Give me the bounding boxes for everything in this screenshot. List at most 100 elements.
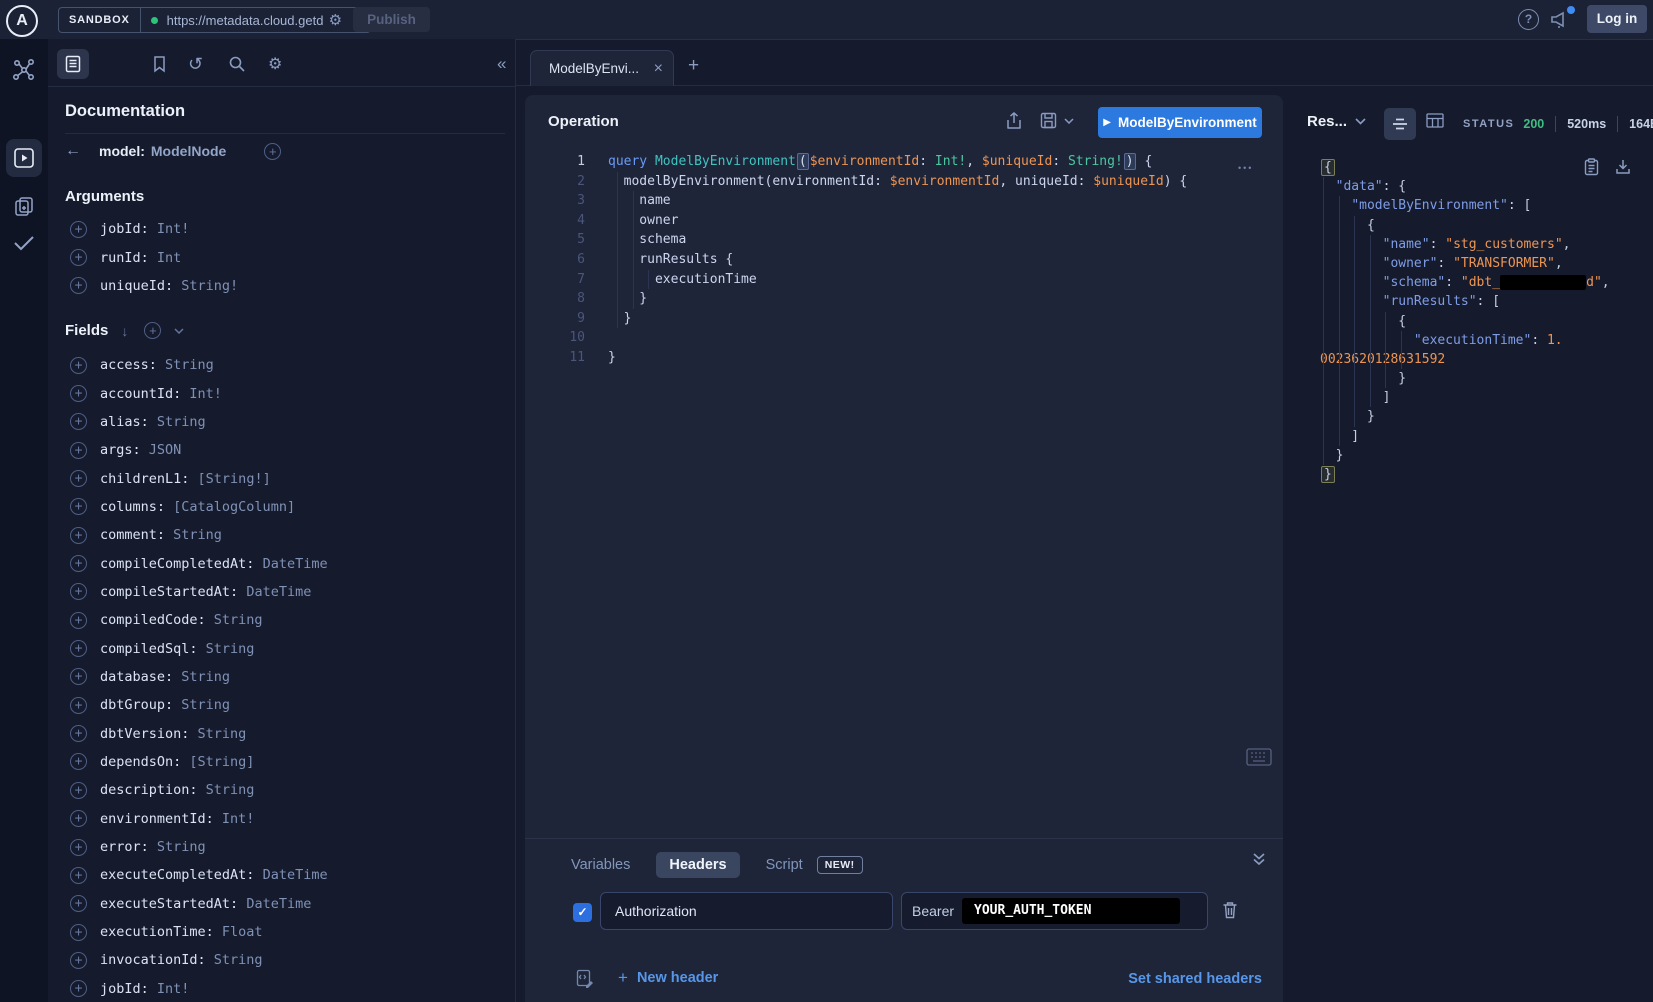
add-field-icon[interactable]: +	[70, 612, 87, 629]
sort-fields-icon[interactable]: ↓	[121, 323, 128, 339]
field-row[interactable]: + dbtVersion: String	[48, 719, 515, 747]
documentation-tab-icon-selected[interactable]	[57, 49, 89, 79]
back-arrow-icon[interactable]: ←	[65, 142, 85, 160]
field-row[interactable]: + executionTime: Float	[48, 918, 515, 946]
add-field-icon[interactable]: +	[70, 697, 87, 714]
add-field-icon[interactable]: +	[70, 357, 87, 374]
apollo-logo-icon[interactable]: A	[6, 5, 38, 37]
field-row[interactable]: + database: String	[48, 663, 515, 691]
field-row[interactable]: + dependsOn: [String]	[48, 748, 515, 776]
delete-header-icon[interactable]	[1222, 901, 1238, 919]
login-button[interactable]: Log in	[1587, 5, 1647, 33]
field-row[interactable]: + environmentId: Int!	[48, 805, 515, 833]
add-model-icon[interactable]: +	[264, 143, 281, 160]
field-row[interactable]: + description: String	[48, 776, 515, 804]
header-key-input[interactable]: Authorization	[600, 892, 893, 930]
add-field-icon[interactable]: +	[70, 753, 87, 770]
explorer-nav-item-selected[interactable]	[6, 139, 42, 177]
argument-row[interactable]: + jobId: Int!	[48, 215, 515, 243]
history-icon[interactable]: ↺	[188, 49, 203, 79]
add-field-icon[interactable]: +	[70, 980, 87, 997]
add-field-icon[interactable]: +	[70, 583, 87, 600]
field-type: DateTime	[263, 556, 328, 572]
schema-graph-icon[interactable]	[0, 58, 48, 82]
save-options-chevron-icon[interactable]	[1064, 118, 1074, 124]
field-row[interactable]: + args: JSON	[48, 436, 515, 464]
add-field-icon[interactable]: +	[70, 895, 87, 912]
add-field-icon[interactable]: +	[70, 725, 87, 742]
raw-view-toggle-selected[interactable]	[1384, 108, 1416, 140]
breadcrumb-type[interactable]: ModelNode	[151, 143, 226, 159]
field-row[interactable]: + compileStartedAt: DateTime	[48, 578, 515, 606]
add-field-icon[interactable]: +	[70, 385, 87, 402]
add-field-icon[interactable]: +	[70, 668, 87, 685]
set-shared-headers-button[interactable]: Set shared headers	[1128, 971, 1262, 987]
add-field-icon[interactable]: +	[70, 810, 87, 827]
checks-nav-icon[interactable]	[0, 232, 48, 254]
doc-settings-gear-icon[interactable]: ⚙	[268, 49, 282, 79]
fields-options-chevron-icon[interactable]	[174, 328, 184, 334]
field-row[interactable]: + invocationId: String	[48, 946, 515, 974]
operation-editor[interactable]: 1query ModelByEnvironment($environmentId…	[545, 152, 1245, 368]
field-row[interactable]: + jobId: Int!	[48, 975, 515, 1002]
help-icon[interactable]: ?	[1518, 9, 1539, 30]
add-all-fields-icon[interactable]: +	[144, 322, 161, 339]
add-argument-icon[interactable]: +	[70, 277, 87, 294]
operation-tab-active[interactable]: ModelByEnvi... ×	[530, 50, 674, 86]
close-tab-icon[interactable]: ×	[654, 60, 663, 78]
new-header-button[interactable]: + New header	[618, 968, 718, 988]
field-row[interactable]: + compileCompletedAt: DateTime	[48, 549, 515, 577]
preflight-script-icon[interactable]	[576, 969, 594, 989]
save-operation-icon[interactable]	[1040, 112, 1057, 129]
field-row[interactable]: + compiledSql: String	[48, 634, 515, 662]
header-enabled-checkbox[interactable]: ✓	[573, 903, 592, 922]
tab-variables[interactable]: Variables	[571, 857, 630, 873]
field-row[interactable]: + comment: String	[48, 521, 515, 549]
field-row[interactable]: + executeCompletedAt: DateTime	[48, 861, 515, 889]
table-view-toggle-icon[interactable]	[1426, 113, 1444, 128]
endpoint-settings-gear-icon[interactable]: ⚙	[329, 11, 342, 29]
field-name: error:	[100, 839, 157, 855]
new-tab-icon[interactable]: +	[688, 55, 699, 77]
add-field-icon[interactable]: +	[70, 924, 87, 941]
field-row[interactable]: + dbtGroup: String	[48, 691, 515, 719]
keyboard-shortcuts-icon[interactable]	[1246, 748, 1272, 766]
search-icon[interactable]	[228, 49, 246, 79]
add-field-icon[interactable]: +	[70, 952, 87, 969]
add-field-icon[interactable]: +	[70, 867, 87, 884]
run-operation-button[interactable]: ▶ ModelByEnvironment	[1098, 107, 1262, 138]
field-row[interactable]: + columns: [CatalogColumn]	[48, 493, 515, 521]
response-json[interactable]: { "data": { "modelByEnvironment": [ { "n…	[1320, 158, 1650, 484]
collapse-doc-panel-icon[interactable]: «	[497, 49, 506, 79]
header-value-input[interactable]: Bearer YOUR_AUTH_TOKEN	[901, 892, 1208, 930]
tab-headers[interactable]: Headers	[656, 852, 739, 878]
field-row[interactable]: + error: String	[48, 833, 515, 861]
argument-row[interactable]: + runId: Int	[48, 243, 515, 271]
bookmark-icon[interactable]	[152, 49, 167, 79]
endpoint-url-field[interactable]: https://metadata.cloud.getd ⚙	[141, 8, 370, 32]
add-field-icon[interactable]: +	[70, 498, 87, 515]
add-field-icon[interactable]: +	[70, 782, 87, 799]
field-row[interactable]: + alias: String	[48, 408, 515, 436]
add-argument-icon[interactable]: +	[70, 249, 87, 266]
field-row[interactable]: + accountId: Int!	[48, 379, 515, 407]
tab-script[interactable]: Script	[766, 857, 803, 873]
share-operation-icon[interactable]	[1006, 112, 1022, 130]
field-row[interactable]: + executeStartedAt: DateTime	[48, 890, 515, 918]
field-row[interactable]: + compiledCode: String	[48, 606, 515, 634]
add-field-icon[interactable]: +	[70, 839, 87, 856]
add-field-icon[interactable]: +	[70, 640, 87, 657]
field-row[interactable]: + childrenL1: [String!]	[48, 464, 515, 492]
collapse-drawer-icon[interactable]	[1252, 852, 1266, 866]
add-field-icon[interactable]: +	[70, 442, 87, 459]
add-field-icon[interactable]: +	[70, 527, 87, 544]
response-title-chevron-icon[interactable]	[1355, 118, 1366, 125]
add-argument-icon[interactable]: +	[70, 221, 87, 238]
add-field-icon[interactable]: +	[70, 470, 87, 487]
collections-nav-icon[interactable]	[0, 194, 48, 218]
add-field-icon[interactable]: +	[70, 555, 87, 572]
argument-row[interactable]: + uniqueId: String!	[48, 272, 515, 300]
publish-button[interactable]: Publish	[353, 7, 430, 32]
field-row[interactable]: + access: String	[48, 351, 515, 379]
add-field-icon[interactable]: +	[70, 413, 87, 430]
